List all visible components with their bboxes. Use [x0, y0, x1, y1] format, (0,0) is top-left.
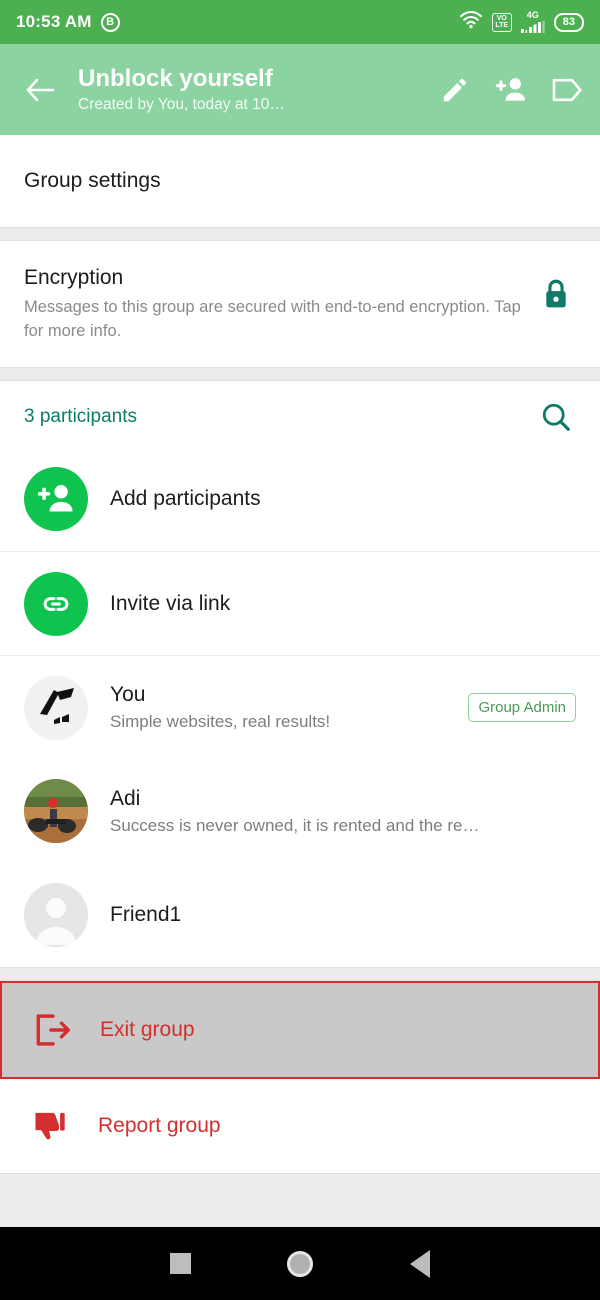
- status-bar-left: 10:53 AM B: [16, 12, 120, 32]
- group-settings-card: Group settings: [0, 135, 600, 227]
- participant-body-adi: Adi Success is never owned, it is rented…: [88, 785, 576, 838]
- app-toolbar: Unblock yourself Created by You, today a…: [0, 44, 600, 135]
- home-button[interactable]: [240, 1227, 360, 1300]
- participant-name: Adi: [110, 786, 141, 810]
- status-bar: 10:53 AM B VO LTE 4G 83: [0, 0, 600, 44]
- photo-avatar-icon: [24, 779, 88, 843]
- participant-row-you[interactable]: You Simple websites, real results! Group…: [0, 655, 600, 759]
- status-bar-right: VO LTE 4G 83: [459, 10, 584, 34]
- add-participants-row[interactable]: Add participants: [0, 447, 600, 551]
- search-icon: [542, 403, 570, 431]
- add-person-icon: [24, 467, 88, 531]
- battery-indicator: 83: [553, 12, 584, 32]
- recents-button[interactable]: [120, 1227, 240, 1300]
- thumbs-down-icon: [24, 1109, 84, 1143]
- participant-name: Friend1: [110, 903, 182, 926]
- encryption-description: Messages to this group are secured with …: [24, 298, 521, 340]
- encryption-title: Encryption: [24, 266, 124, 289]
- lock-icon: [536, 277, 576, 329]
- group-settings-row[interactable]: Group settings: [0, 135, 600, 227]
- group-name-title: Unblock yourself: [78, 65, 273, 92]
- group-created-subtitle: Created by You, today at 10…: [78, 96, 285, 113]
- avatar: [24, 883, 88, 947]
- wifi-icon: [459, 10, 483, 34]
- whatsapp-business-badge-letter: B: [106, 15, 115, 28]
- battery-percent: 83: [562, 15, 575, 28]
- avatar: [24, 675, 88, 740]
- participant-status: Simple websites, real results!: [110, 712, 331, 731]
- encryption-card[interactable]: Encryption Messages to this group are se…: [0, 241, 600, 367]
- toolbar-title-block[interactable]: Unblock yourself Created by You, today a…: [64, 64, 430, 115]
- network-type-indicator: 4G: [520, 10, 545, 33]
- network-type-label: 4G: [526, 10, 539, 20]
- invite-via-link-body: Invite via link: [88, 590, 576, 618]
- exit-group-row[interactable]: Exit group: [2, 983, 598, 1077]
- content-tail-spacer: [0, 1173, 600, 1174]
- invite-via-link-label: Invite via link: [110, 591, 231, 615]
- home-circle-icon: [287, 1250, 313, 1277]
- arrow-left-icon: [26, 78, 55, 101]
- participant-name: You: [110, 683, 146, 706]
- volte-top-text: VO: [496, 15, 507, 22]
- exit-group-label: Exit group: [100, 1018, 195, 1041]
- volte-bottom-text: LTE: [495, 22, 509, 29]
- section-divider-3: [0, 967, 600, 981]
- report-group-label: Report group: [98, 1114, 221, 1137]
- pencil-icon: [443, 78, 467, 101]
- avatar: [24, 779, 88, 843]
- section-divider: [0, 227, 600, 241]
- participant-body-you: You Simple websites, real results!: [88, 681, 468, 734]
- add-person-icon: [495, 77, 526, 101]
- report-group-row[interactable]: Report group: [0, 1079, 600, 1173]
- participants-header: 3 participants: [0, 381, 600, 447]
- toolbar-actions: [430, 73, 584, 107]
- section-divider-2: [0, 367, 600, 381]
- settings-content: Group settings Encryption Messages to th…: [0, 135, 600, 1227]
- phone-screen: 10:53 AM B VO LTE 4G 83 Unblock yourself…: [0, 0, 600, 1300]
- android-navigation-bar: [0, 1227, 600, 1300]
- recents-square-icon: [169, 1253, 191, 1274]
- search-participants-button[interactable]: [536, 397, 576, 437]
- clock: 10:53 AM: [16, 12, 92, 31]
- logo-avatar-icon: [24, 675, 88, 740]
- add-participants-label: Add participants: [110, 487, 261, 510]
- participant-row-adi[interactable]: Adi Success is never owned, it is rented…: [0, 759, 600, 863]
- encryption-text-block: Encryption Messages to this group are se…: [24, 263, 536, 343]
- volte-icon: VO LTE: [491, 12, 512, 32]
- whatsapp-business-badge-icon: B: [100, 12, 120, 32]
- participant-row-friend1[interactable]: Friend1: [0, 863, 600, 967]
- participant-body-friend1: Friend1: [88, 901, 576, 929]
- participant-status: Success is never owned, it is rented and…: [110, 815, 480, 835]
- add-participant-button[interactable]: [494, 73, 528, 107]
- link-icon: [24, 571, 88, 636]
- signal-bars-icon: [520, 21, 545, 33]
- group-settings-label: Group settings: [24, 169, 161, 192]
- add-participants-body: Add participants: [88, 485, 576, 513]
- exit-icon: [26, 1013, 86, 1047]
- default-person-avatar-icon: [24, 883, 88, 947]
- status-badge: Group Admin: [468, 693, 576, 722]
- back-nav-button[interactable]: [360, 1227, 480, 1300]
- invite-via-link-row[interactable]: Invite via link: [0, 551, 600, 655]
- tag-icon: [552, 78, 582, 101]
- edit-group-button[interactable]: [438, 73, 472, 107]
- exit-group-highlight: Exit group: [0, 981, 600, 1079]
- label-tag-button[interactable]: [550, 73, 584, 107]
- back-triangle-icon: [410, 1249, 430, 1278]
- participants-card: 3 participants Add participants Invite v…: [0, 381, 600, 967]
- encryption-row[interactable]: Encryption Messages to this group are se…: [0, 241, 600, 367]
- participants-count: 3 participants: [24, 406, 138, 427]
- back-button[interactable]: [16, 66, 64, 114]
